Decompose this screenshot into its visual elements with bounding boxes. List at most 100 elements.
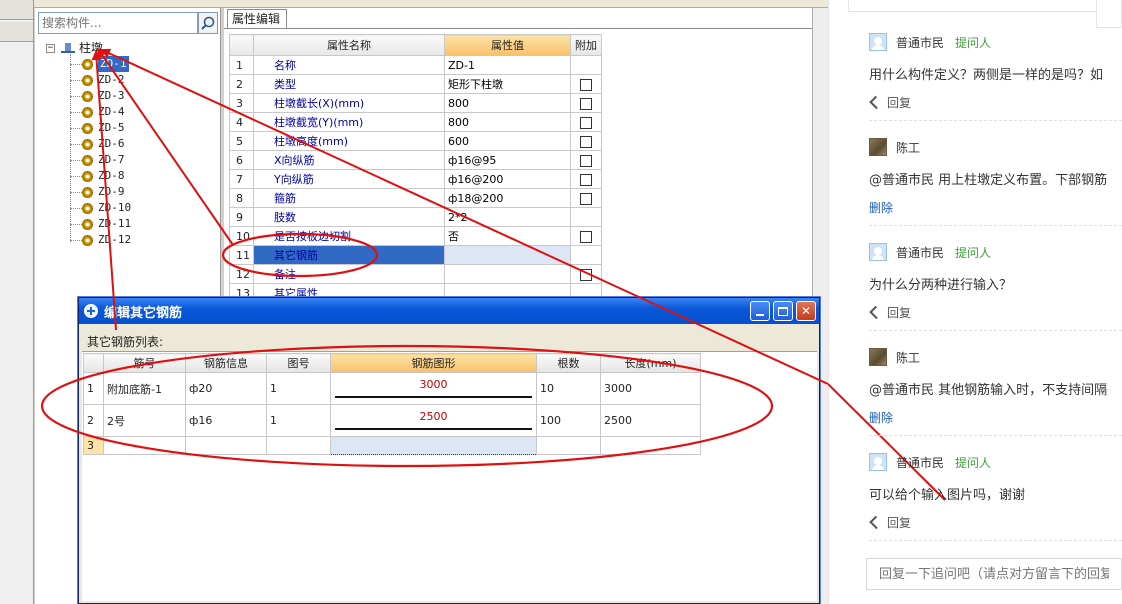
empty-cell[interactable] bbox=[266, 436, 331, 455]
shape-number-cell[interactable]: 1 bbox=[266, 372, 331, 405]
user-avatar[interactable] bbox=[869, 453, 887, 471]
comment-author[interactable]: 普通市民 bbox=[896, 34, 944, 51]
reply-input[interactable] bbox=[866, 558, 1122, 590]
property-row[interactable]: 3 柱墩截长(X)(mm) 800 bbox=[229, 93, 602, 113]
extra-checkbox[interactable] bbox=[580, 173, 592, 186]
tree-item-zd-12[interactable]: ZD-12 bbox=[82, 232, 131, 248]
extra-checkbox[interactable] bbox=[580, 268, 592, 281]
property-extra-cell[interactable] bbox=[570, 74, 602, 94]
count-cell[interactable]: 10 bbox=[536, 372, 601, 405]
minimize-button[interactable] bbox=[750, 301, 770, 321]
property-value[interactable]: 否 bbox=[444, 226, 571, 246]
property-extra-cell[interactable] bbox=[570, 131, 602, 151]
tree-item-zd-9[interactable]: ZD-9 bbox=[82, 184, 125, 200]
reply-button[interactable]: 回复 bbox=[869, 304, 911, 321]
tree-item-zd-2[interactable]: ZD-2 bbox=[82, 72, 125, 88]
tree-item-zd-3[interactable]: ZD-3 bbox=[82, 88, 125, 104]
rebar-row-empty[interactable]: 3 bbox=[83, 436, 701, 455]
property-row[interactable]: 9 肢数 2*2 bbox=[229, 207, 602, 227]
property-value[interactable]: 矩形下柱墩 bbox=[444, 74, 571, 94]
property-value[interactable]: ZD-1 bbox=[444, 55, 571, 75]
tree-item-zd-6[interactable]: ZD-6 bbox=[82, 136, 125, 152]
property-row[interactable]: 2 类型 矩形下柱墩 bbox=[229, 74, 602, 94]
rebar-row[interactable]: 1 附加底筋-1 ф20 1 3000 10 3000 bbox=[83, 372, 701, 405]
maximize-button[interactable] bbox=[773, 301, 793, 321]
property-extra-cell[interactable] bbox=[570, 93, 602, 113]
extra-checkbox[interactable] bbox=[580, 116, 592, 129]
property-row[interactable]: 12 备注 bbox=[229, 264, 602, 284]
property-row[interactable]: 5 柱墩高度(mm) 600 bbox=[229, 131, 602, 151]
tree-item-zd-8[interactable]: ZD-8 bbox=[82, 168, 125, 184]
property-row[interactable]: 11 其它钢筋 bbox=[229, 245, 602, 265]
property-value[interactable] bbox=[444, 264, 571, 284]
tree-item-zd-4[interactable]: ZD-4 bbox=[82, 104, 125, 120]
collapse-icon[interactable]: − bbox=[46, 43, 55, 53]
extra-checkbox[interactable] bbox=[580, 192, 592, 205]
property-extra-cell[interactable] bbox=[570, 226, 602, 246]
user-avatar[interactable] bbox=[869, 243, 887, 261]
rebar-shape-cell[interactable]: 3000 bbox=[330, 372, 537, 405]
tree-item-zd-7[interactable]: ZD-7 bbox=[82, 152, 125, 168]
empty-cell[interactable] bbox=[536, 436, 601, 455]
dialog-title-bar[interactable]: 编辑其它钢筋 ✕ bbox=[79, 298, 819, 324]
tab-property-edit[interactable]: 属性编辑 bbox=[227, 9, 287, 29]
tree-item-zd-5[interactable]: ZD-5 bbox=[82, 120, 125, 136]
empty-cell[interactable] bbox=[330, 436, 537, 455]
property-row[interactable]: 1 名称 ZD-1 bbox=[229, 55, 602, 75]
tree-root[interactable]: − 柱墩 bbox=[46, 40, 103, 56]
property-value[interactable]: 800 bbox=[444, 93, 571, 113]
property-value[interactable]: 2*2 bbox=[444, 207, 571, 227]
side-tab[interactable] bbox=[0, 22, 33, 42]
rebar-row[interactable]: 2 2号 ф16 1 2500 100 2500 bbox=[83, 404, 701, 437]
length-cell[interactable]: 3000 bbox=[600, 372, 701, 405]
expert-avatar[interactable] bbox=[869, 138, 887, 156]
comment-author[interactable]: 陈工 bbox=[896, 349, 920, 366]
extra-checkbox[interactable] bbox=[580, 135, 592, 148]
empty-cell[interactable] bbox=[600, 436, 701, 455]
property-extra-cell[interactable] bbox=[570, 150, 602, 170]
property-row[interactable]: 7 Y向纵筋 ф16@200 bbox=[229, 169, 602, 189]
property-extra-cell[interactable] bbox=[570, 264, 602, 284]
property-extra-cell[interactable] bbox=[570, 112, 602, 132]
empty-cell[interactable] bbox=[103, 436, 186, 455]
property-value[interactable]: 600 bbox=[444, 131, 571, 151]
shape-number-cell[interactable]: 1 bbox=[266, 404, 331, 437]
empty-cell[interactable] bbox=[185, 436, 267, 455]
extra-checkbox[interactable] bbox=[580, 97, 592, 110]
extra-checkbox[interactable] bbox=[580, 78, 592, 91]
delete-link[interactable]: 删除 bbox=[869, 409, 893, 426]
extra-checkbox[interactable] bbox=[580, 154, 592, 167]
side-tab[interactable] bbox=[0, 0, 33, 20]
property-row[interactable]: 4 柱墩截宽(Y)(mm) 800 bbox=[229, 112, 602, 132]
comment-author[interactable]: 普通市民 bbox=[896, 244, 944, 261]
comment-author[interactable]: 普通市民 bbox=[896, 454, 944, 471]
delete-link[interactable]: 删除 bbox=[869, 199, 893, 216]
property-extra-cell[interactable] bbox=[570, 188, 602, 208]
property-row[interactable]: 8 箍筋 ф18@200 bbox=[229, 188, 602, 208]
search-button[interactable] bbox=[198, 12, 218, 34]
length-cell[interactable]: 2500 bbox=[600, 404, 701, 437]
user-avatar[interactable] bbox=[869, 33, 887, 51]
expert-avatar[interactable] bbox=[869, 348, 887, 366]
close-button[interactable]: ✕ bbox=[796, 301, 816, 321]
reply-button[interactable]: 回复 bbox=[869, 94, 911, 111]
property-value[interactable]: ф16@95 bbox=[444, 150, 571, 170]
bar-number-cell[interactable]: 附加底筋-1 bbox=[103, 372, 186, 405]
reply-button[interactable]: 回复 bbox=[869, 514, 911, 531]
extra-checkbox[interactable] bbox=[580, 230, 592, 243]
tree-item-zd-1[interactable]: ZD-1 bbox=[82, 56, 129, 72]
property-value[interactable] bbox=[444, 245, 571, 265]
property-value[interactable]: 800 bbox=[444, 112, 571, 132]
rebar-info-cell[interactable]: ф16 bbox=[185, 404, 267, 437]
rebar-info-cell[interactable]: ф20 bbox=[185, 372, 267, 405]
component-search-input[interactable] bbox=[38, 12, 198, 34]
rebar-shape-cell[interactable]: 2500 bbox=[330, 404, 537, 437]
tree-item-zd-10[interactable]: ZD-10 bbox=[82, 200, 131, 216]
tree-item-zd-11[interactable]: ZD-11 bbox=[82, 216, 131, 232]
comment-author[interactable]: 陈工 bbox=[896, 139, 920, 156]
property-value[interactable]: ф18@200 bbox=[444, 188, 571, 208]
count-cell[interactable]: 100 bbox=[536, 404, 601, 437]
property-value[interactable]: ф16@200 bbox=[444, 169, 571, 189]
property-row[interactable]: 6 X向纵筋 ф16@95 bbox=[229, 150, 602, 170]
property-row[interactable]: 10 是否按板边切割否 bbox=[229, 226, 602, 246]
